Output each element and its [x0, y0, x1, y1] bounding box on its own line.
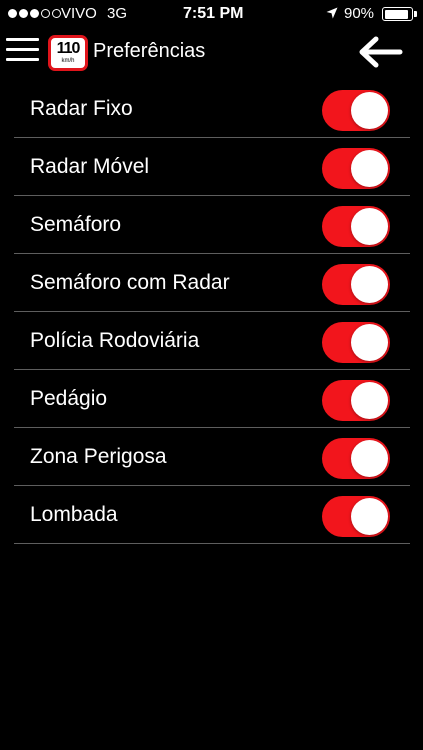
toggle-zona-perigosa[interactable]: [322, 438, 390, 479]
setting-row-policia-rodoviaria: Polícia Rodoviária: [14, 312, 410, 370]
settings-list: Radar Fixo Radar Móvel Semáforo Semáforo…: [14, 80, 410, 544]
toggle-knob: [351, 440, 388, 477]
setting-row-radar-fixo: Radar Fixo: [14, 80, 410, 138]
logo-speed-value: 110: [56, 40, 81, 57]
toggle-knob: [351, 382, 388, 419]
status-time: 7:51 PM: [183, 5, 244, 22]
status-bar: VIVO 3G 7:51 PM 90%: [0, 0, 423, 28]
page-title: Preferências: [93, 40, 206, 62]
toggle-knob: [351, 498, 388, 535]
app-logo: 110 km/h: [48, 35, 88, 71]
setting-label: Semáforo com Radar: [30, 271, 230, 294]
toggle-policia-rodoviaria[interactable]: [322, 322, 390, 363]
location-arrow-icon: [326, 7, 338, 19]
setting-label: Zona Perigosa: [30, 445, 167, 468]
setting-row-pedagio: Pedágio: [14, 370, 410, 428]
toggle-knob: [351, 324, 388, 361]
setting-label: Semáforo: [30, 213, 122, 236]
carrier-name: VIVO: [61, 5, 97, 22]
setting-row-semaforo-com-radar: Semáforo com Radar: [14, 254, 410, 312]
setting-label: Lombada: [30, 503, 118, 526]
toggle-semaforo-com-radar[interactable]: [322, 264, 390, 305]
toggle-lombada[interactable]: [322, 496, 390, 537]
signal-dot: [8, 9, 17, 18]
toggle-semaforo[interactable]: [322, 206, 390, 247]
signal-dot: [52, 9, 61, 18]
setting-label: Polícia Rodoviária: [30, 329, 200, 352]
nav-bar: 110 km/h Preferências: [0, 28, 423, 76]
network-type: 3G: [107, 5, 128, 22]
signal-dot: [19, 9, 28, 18]
setting-label: Radar Fixo: [30, 97, 133, 120]
toggle-knob: [351, 266, 388, 303]
setting-row-semaforo: Semáforo: [14, 196, 410, 254]
signal-strength-icon: [8, 9, 61, 18]
toggle-knob: [351, 150, 388, 187]
battery-icon: [382, 7, 413, 21]
toggle-radar-movel[interactable]: [322, 148, 390, 189]
toggle-radar-fixo[interactable]: [322, 90, 390, 131]
battery-level-fill: [384, 9, 408, 19]
logo-speed-unit: km/h: [61, 58, 75, 64]
signal-dot: [41, 9, 50, 18]
toggle-pedagio[interactable]: [322, 380, 390, 421]
setting-row-zona-perigosa: Zona Perigosa: [14, 428, 410, 486]
signal-dot: [30, 9, 39, 18]
toggle-knob: [351, 208, 388, 245]
setting-label: Radar Móvel: [30, 155, 150, 178]
setting-row-radar-movel: Radar Móvel: [14, 138, 410, 196]
hamburger-menu-icon[interactable]: [6, 37, 39, 63]
back-arrow-icon[interactable]: [356, 35, 404, 69]
setting-row-lombada: Lombada: [14, 486, 410, 544]
battery-percent: 90%: [344, 5, 375, 22]
setting-label: Pedágio: [30, 387, 108, 410]
battery-tip: [414, 11, 417, 17]
toggle-knob: [351, 92, 388, 129]
